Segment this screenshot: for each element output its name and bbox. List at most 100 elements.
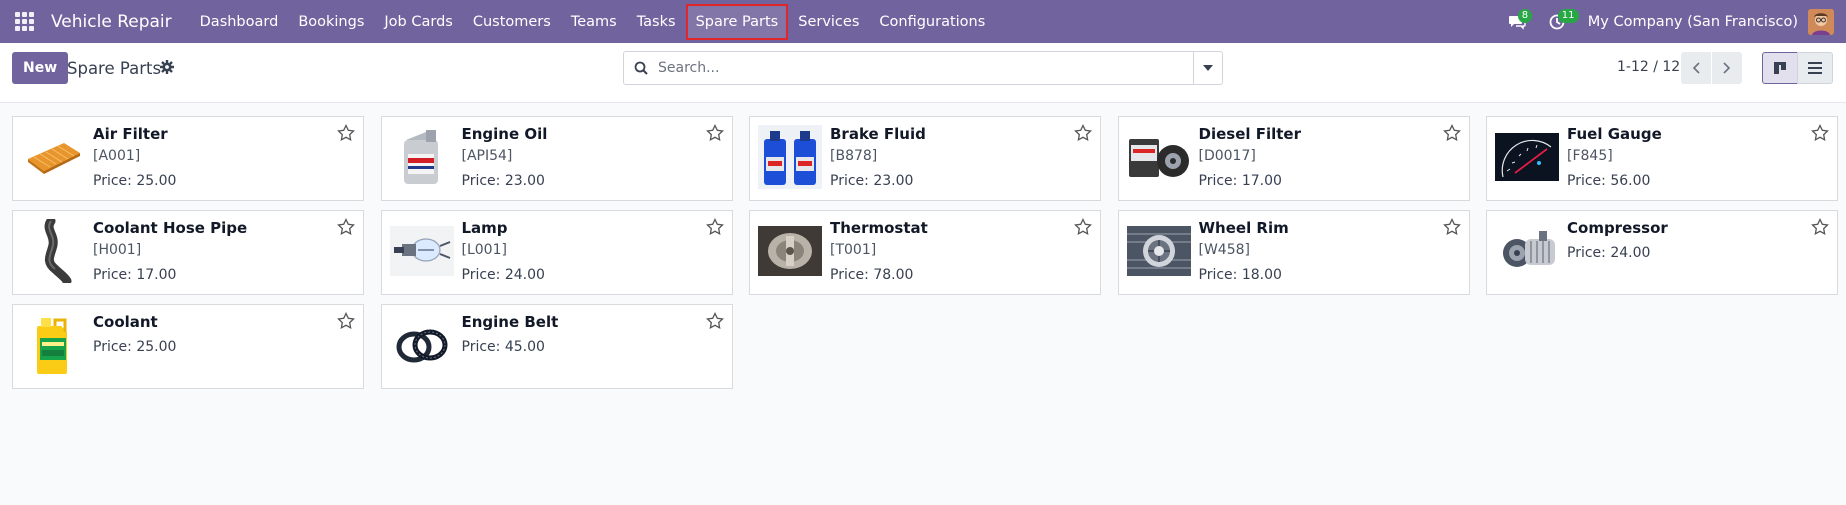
lamp-image [389,219,454,283]
product-card-engine-belt[interactable]: Engine Belt Price: 45.00 [380,304,733,389]
star-icon[interactable] [705,312,724,330]
pager-value[interactable]: 1-12 / 12 [1617,59,1680,75]
product-card-air-filter[interactable]: Air Filter [A001] Price: 25.00 [12,116,364,201]
chevron-right-icon [1723,62,1731,74]
compressor-image [1495,219,1559,283]
product-price: Price: 25.00 [93,173,177,189]
menu-item-spare-parts[interactable]: Spare Parts [685,3,789,40]
product-name: Brake Fluid [830,125,926,143]
product-name: Lamp [461,219,508,237]
hose-pipe-image [21,219,85,283]
product-code: [D0017] [1198,148,1256,164]
product-card-thermostat[interactable]: Thermostat [T001] Price: 78.00 [749,210,1101,295]
product-name: Coolant Hose Pipe [93,219,248,237]
user-avatar[interactable] [1808,8,1834,35]
product-card-engine-oil[interactable]: Engine Oil [API54] Price: 23.00 [380,116,733,201]
menu-item-job-cards[interactable]: Job Cards [374,4,462,40]
thermostat-image [758,219,822,283]
star-icon[interactable] [337,312,355,330]
search-icon [624,61,658,75]
star-icon[interactable] [1811,218,1829,236]
star-icon[interactable] [1442,218,1461,236]
coolant-image [21,313,85,377]
fuel-gauge-image [1495,125,1559,189]
product-name: Coolant [93,313,158,331]
star-icon[interactable] [1074,124,1092,142]
search-bar [623,51,1223,85]
kanban-icon [1774,62,1786,74]
diesel-filter-image [1127,125,1191,189]
product-card-brake-fluid[interactable]: Brake Fluid [B878] Price: 23.00 [749,116,1101,201]
product-code: [A001] [93,148,141,164]
engine-oil-image [390,125,454,189]
gear-icon[interactable] [160,60,174,74]
caret-down-icon [1203,65,1213,71]
list-view-button[interactable] [1797,52,1833,84]
product-price: Price: 78.00 [830,267,914,283]
product-code: [F845] [1567,148,1613,164]
product-price: Price: 17.00 [93,267,177,283]
systray: 8 11 My Company (San Francisco) [1502,0,1846,43]
app-menu-icon[interactable] [13,11,35,33]
product-card-coolant-hose-pipe[interactable]: Coolant Hose Pipe [H001] Price: 17.00 [12,210,364,295]
messages-count-badge: 8 [1517,8,1533,23]
product-code: [API54] [461,148,513,164]
product-card-wheel-rim[interactable]: Wheel Rim [W458] Price: 18.00 [1117,210,1470,295]
product-card-fuel-gauge[interactable]: Fuel Gauge [F845] Price: 56.00 [1486,116,1838,201]
product-name: Diesel Filter [1198,125,1302,143]
star-icon[interactable] [1074,218,1092,236]
product-card-diesel-filter[interactable]: Diesel Filter [D0017] Price: 17.00 [1117,116,1470,201]
menu-item-bookings[interactable]: Bookings [288,4,374,40]
star-icon[interactable] [705,124,724,142]
product-card-coolant[interactable]: Coolant Price: 25.00 [12,304,364,389]
activities-button[interactable]: 11 [1542,7,1579,37]
star-icon[interactable] [705,218,724,236]
product-price: Price: 23.00 [830,173,914,189]
star-icon[interactable] [337,218,355,236]
product-code: [L001] [461,242,507,258]
air-filter-image [21,125,85,189]
product-code: [B878] [830,148,878,164]
menu-item-services[interactable]: Services [788,4,869,40]
pager-previous-button[interactable] [1681,52,1711,84]
product-code: [W458] [1198,242,1251,258]
star-icon[interactable] [1442,124,1461,142]
control-panel: New Spare Parts 1-12 / 12 [0,43,1846,103]
product-card-compressor[interactable]: Compressor Price: 24.00 [1486,210,1838,295]
product-name: Thermostat [830,219,928,237]
product-name: Engine Oil [461,125,548,143]
product-price: Price: 45.00 [461,339,545,355]
chevron-left-icon [1692,62,1700,74]
product-price: Price: 18.00 [1198,267,1282,283]
product-card-lamp[interactable]: Lamp [L001] Price: 24.00 [380,210,733,295]
wheel-rim-image [1126,219,1191,283]
app-brand[interactable]: Vehicle Repair [45,12,178,32]
messages-button[interactable]: 8 [1502,7,1533,37]
new-button[interactable]: New [12,52,69,84]
company-switcher[interactable]: My Company (San Francisco) [1588,14,1798,30]
menu-item-teams[interactable]: Teams [561,4,627,40]
menu-item-customers[interactable]: Customers [463,4,561,40]
list-icon [1808,62,1822,74]
product-price: Price: 24.00 [1567,245,1651,261]
pager-next-button[interactable] [1712,52,1742,84]
product-name: Fuel Gauge [1567,125,1662,143]
kanban-view-button[interactable] [1762,52,1798,84]
product-name: Wheel Rim [1198,219,1289,237]
menu-item-dashboard[interactable]: Dashboard [190,4,289,40]
product-name: Compressor [1567,219,1668,237]
engine-belt-image [390,313,454,377]
search-input[interactable] [658,60,1193,76]
product-price: Price: 25.00 [93,339,177,355]
kanban-grid: Air Filter [A001] Price: 25.00 Engine Oi… [12,116,1838,389]
star-icon[interactable] [1811,124,1829,142]
brake-fluid-image [758,125,822,189]
main-menu: Dashboard Bookings Job Cards Customers T… [190,0,996,43]
product-name: Air Filter [93,125,168,143]
star-icon[interactable] [337,124,355,142]
product-code: [T001] [830,242,877,258]
menu-item-tasks[interactable]: Tasks [627,4,686,40]
product-price: Price: 23.00 [461,173,545,189]
menu-item-configurations[interactable]: Configurations [869,4,995,40]
search-options-toggle[interactable] [1193,52,1222,84]
